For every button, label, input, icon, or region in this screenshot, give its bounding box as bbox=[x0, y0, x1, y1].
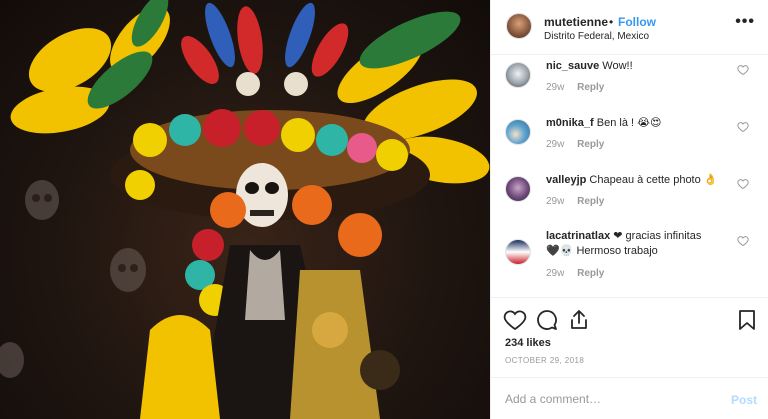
post-date: OCTOBER 29, 2018 bbox=[505, 356, 585, 365]
post-photo[interactable] bbox=[0, 0, 490, 419]
add-comment-bar: Post bbox=[491, 377, 768, 419]
comment-text: Wow!! bbox=[602, 60, 633, 72]
heart-icon[interactable] bbox=[503, 308, 527, 332]
follow-button[interactable]: Follow bbox=[618, 15, 656, 29]
commenter-avatar[interactable] bbox=[505, 62, 531, 88]
commenter-avatar[interactable] bbox=[505, 176, 531, 202]
post-side-panel: mutetienne • Follow Distrito Federal, Me… bbox=[490, 0, 768, 419]
catrina-photo bbox=[0, 0, 490, 419]
header-separator: • bbox=[609, 15, 614, 29]
comment-icon[interactable] bbox=[535, 308, 559, 332]
more-horizontal-icon[interactable]: ••• bbox=[735, 13, 755, 31]
comment-age: 29w bbox=[546, 139, 565, 150]
comment-age: 29w bbox=[546, 196, 565, 207]
comment-like-heart-icon[interactable] bbox=[737, 121, 749, 133]
comments-list: nic_sauve Wow!! 29w Reply m0nika_f Ben l… bbox=[491, 56, 768, 297]
commenter-avatar[interactable] bbox=[505, 239, 531, 265]
commenter-username[interactable]: valleyjp bbox=[546, 174, 586, 186]
post-location[interactable]: Distrito Federal, Mexico bbox=[544, 31, 649, 42]
comment-text: Ben là ! 😭😍 bbox=[596, 117, 662, 129]
commenter-username[interactable]: nic_sauve bbox=[546, 60, 599, 72]
reply-button[interactable]: Reply bbox=[577, 82, 604, 93]
post-comment-button[interactable]: Post bbox=[731, 393, 757, 407]
comment-like-heart-icon[interactable] bbox=[737, 235, 749, 247]
comment-like-heart-icon[interactable] bbox=[737, 178, 749, 190]
comment-like-heart-icon[interactable] bbox=[737, 64, 749, 76]
likes-count[interactable]: 234 likes bbox=[505, 337, 551, 349]
add-comment-input[interactable] bbox=[505, 390, 715, 408]
reply-button[interactable]: Reply bbox=[577, 139, 604, 150]
post-actions: 234 likes OCTOBER 29, 2018 bbox=[491, 297, 768, 377]
commenter-avatar[interactable] bbox=[505, 119, 531, 145]
comment-text-line-2: 🖤💀 Hermoso trabajo bbox=[546, 245, 658, 257]
comment-age: 29w bbox=[546, 82, 565, 93]
author-avatar[interactable] bbox=[506, 13, 532, 39]
comment-text: ❤ gracias infinitas bbox=[613, 230, 702, 242]
reply-button[interactable]: Reply bbox=[577, 268, 604, 279]
comment-age: 29w bbox=[546, 268, 565, 279]
bookmark-icon[interactable] bbox=[735, 308, 759, 332]
author-username[interactable]: mutetienne bbox=[544, 15, 608, 29]
commenter-username[interactable]: m0nika_f bbox=[546, 117, 594, 129]
share-icon[interactable] bbox=[567, 308, 591, 332]
instagram-post: mutetienne • Follow Distrito Federal, Me… bbox=[0, 0, 768, 419]
reply-button[interactable]: Reply bbox=[577, 196, 604, 207]
post-header: mutetienne • Follow Distrito Federal, Me… bbox=[491, 0, 768, 55]
commenter-username[interactable]: lacatrinatlax bbox=[546, 230, 610, 242]
comment-text: Chapeau à cette photo 👌 bbox=[589, 174, 718, 186]
